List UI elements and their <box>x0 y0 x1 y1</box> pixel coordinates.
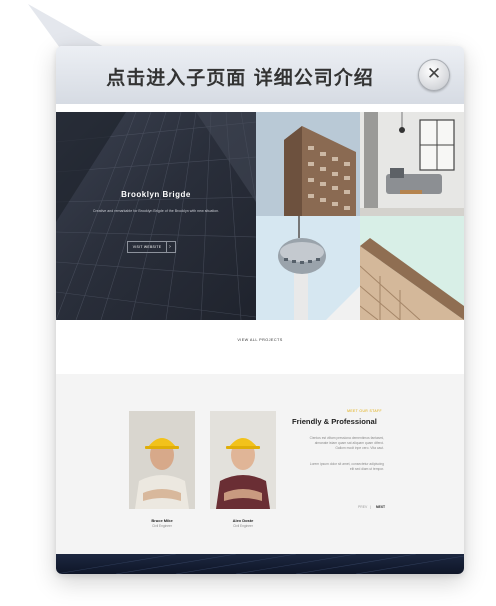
footer-pattern <box>56 553 464 574</box>
project-tile-flatiron[interactable] <box>256 112 360 216</box>
popup-title: 点击进入子页面 详细公司介绍 <box>106 67 374 89</box>
project-tile-interior[interactable] <box>360 112 464 216</box>
view-all-projects-link[interactable]: VIEW ALL PROJECTS <box>56 338 464 342</box>
website-preview: Brooklyn Brigde Creative and remarkable … <box>56 104 464 574</box>
hero-description: Creative and remarkable for Brooklyn Bri… <box>92 209 220 213</box>
tv-tower-photo <box>256 216 360 320</box>
skyscraper-background <box>56 112 256 320</box>
next-link[interactable]: NEXT <box>376 505 385 509</box>
engineer-portrait <box>210 411 276 509</box>
popup-header: 点击进入子页面 详细公司介绍 ✕ <box>56 46 464 105</box>
footer-strip <box>56 553 464 574</box>
team-member-role: Civil Engineer <box>152 524 172 528</box>
popup-window: 点击进入子页面 详细公司介绍 ✕ Brooklyn Brigde Creativ… <box>56 46 464 574</box>
section-paragraph: Lorem ipsum dolor sit amet, consectetur … <box>309 462 384 471</box>
arrow-right-icon[interactable]: › <box>165 241 176 253</box>
hero-panel: Brooklyn Brigde Creative and remarkable … <box>56 112 256 320</box>
team-member-name: Alex Doste <box>232 518 254 523</box>
project-tile-tower[interactable] <box>256 216 360 320</box>
engineer-portrait <box>129 411 195 509</box>
prev-link[interactable]: PREV <box>358 505 367 509</box>
team-member-photo-2 <box>210 411 276 509</box>
team-member-name: Bruce Mike <box>151 518 173 523</box>
visit-website-button[interactable]: VISIT WEBSITE <box>127 241 167 253</box>
section-paragraph: Cientos est viltam pressiona dementimos … <box>309 436 384 450</box>
hero-title: Brooklyn Brigde <box>121 190 191 199</box>
section-eyebrow: MEET OUR STAFF <box>347 409 382 413</box>
close-icon: ✕ <box>426 64 442 84</box>
project-tile-facade[interactable] <box>360 216 464 320</box>
building-facade-photo <box>360 216 464 320</box>
living-room-interior-photo <box>360 112 464 216</box>
section-title: Friendly & Professional <box>292 417 377 426</box>
team-section: Bruce Mike Civil Engineer Alex Doste Civ… <box>56 374 464 554</box>
team-member-photo-1 <box>129 411 195 509</box>
close-button[interactable]: ✕ <box>418 59 450 91</box>
flatiron-building-photo <box>256 112 360 216</box>
team-member-role: Civil Engineer <box>233 524 253 528</box>
pager-separator: | <box>370 505 371 509</box>
